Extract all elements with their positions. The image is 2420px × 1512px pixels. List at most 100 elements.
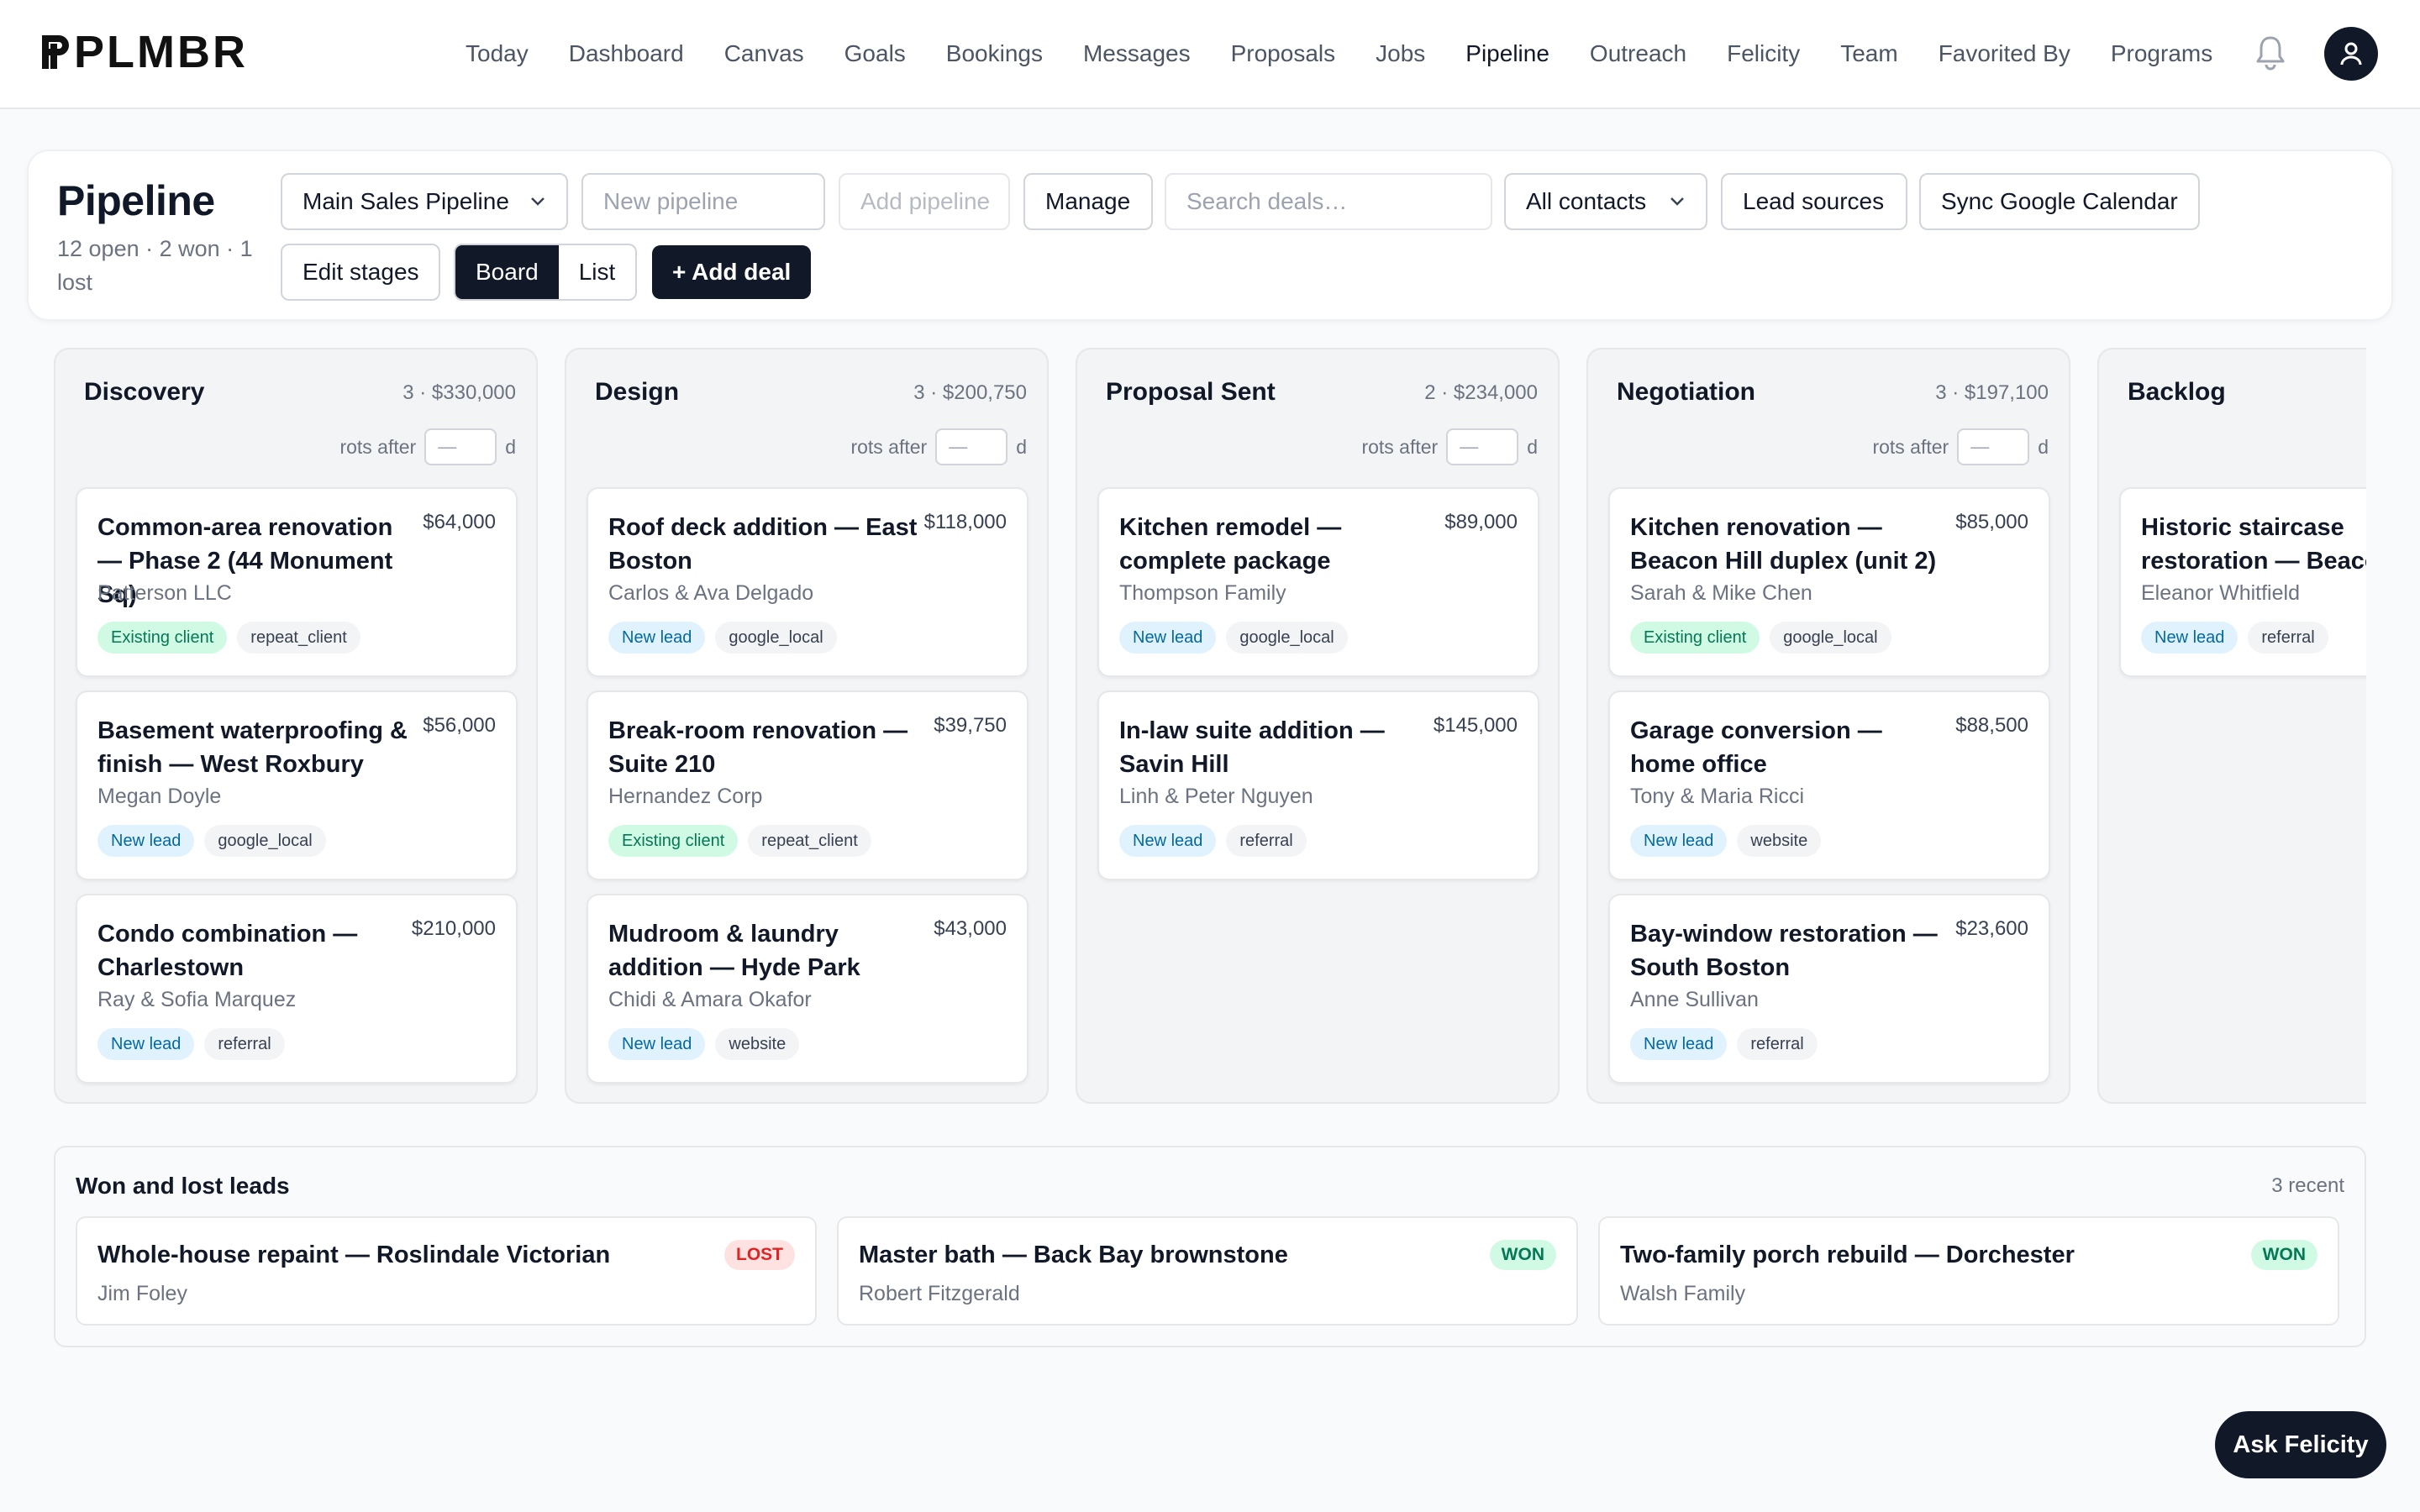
- deal-tags: Existing client repeat_client: [97, 622, 360, 654]
- rot-days-input[interactable]: —: [935, 428, 1008, 465]
- new-pipeline-input[interactable]: New pipeline: [581, 173, 825, 230]
- board-view-button[interactable]: Board: [455, 245, 559, 299]
- ask-felicity-button[interactable]: Ask Felicity: [2215, 1411, 2386, 1478]
- nav-jobs[interactable]: Jobs: [1355, 40, 1445, 67]
- add-deal-button[interactable]: + Add deal: [652, 245, 812, 299]
- deal-contact: Megan Doyle: [97, 785, 222, 808]
- sync-calendar-label: Sync Google Calendar: [1941, 188, 2178, 214]
- nav-favorited-by[interactable]: Favorited By: [1918, 40, 2091, 67]
- deal-card[interactable]: Historic staircase restoration — Beacon …: [2119, 487, 2366, 677]
- deal-tags: Existing client repeat_client: [608, 825, 871, 857]
- edit-stages-button[interactable]: Edit stages: [281, 244, 440, 301]
- contacts-select-value: All contacts: [1526, 188, 1647, 214]
- nav-pipeline[interactable]: Pipeline: [1445, 40, 1570, 67]
- rot-unit: d: [1016, 435, 1027, 458]
- closed-deal-contact: Robert Fitzgerald: [859, 1282, 1020, 1305]
- chevron-down-icon: [531, 197, 544, 206]
- deal-contact: Chidi & Amara Okafor: [608, 988, 812, 1011]
- sync-calendar-button[interactable]: Sync Google Calendar: [1919, 173, 2200, 230]
- rot-setting: rots after — d: [850, 428, 1027, 465]
- nav-messages[interactable]: Messages: [1063, 40, 1211, 67]
- nav-proposals[interactable]: Proposals: [1211, 40, 1356, 67]
- rot-days-input[interactable]: —: [1446, 428, 1519, 465]
- rot-unit: d: [505, 435, 516, 458]
- pipeline-select[interactable]: Main Sales Pipeline: [281, 173, 568, 230]
- bell-icon[interactable]: [2254, 34, 2287, 71]
- deal-amount: $118,000: [923, 511, 1007, 533]
- deal-card[interactable]: Kitchen renovation — Beacon Hill duplex …: [1608, 487, 2050, 677]
- deal-card[interactable]: Kitchen remodel — complete package $89,00…: [1097, 487, 1539, 677]
- lead-source-tag: referral: [1226, 825, 1307, 857]
- lead-status-tag: New lead: [1630, 825, 1728, 857]
- stage-column: Negotiation 3 · $197,100 rots after — d Kitch…: [1586, 348, 2070, 1104]
- deal-card[interactable]: Break-room renovation — Suite 210 $39,750…: [587, 690, 1028, 880]
- pipeline-header: Pipeline 12 open · 2 won · 1 lost Main S…: [27, 150, 2393, 321]
- deal-card[interactable]: Roof deck addition — East Boston $118,000…: [587, 487, 1028, 677]
- nav-bookings[interactable]: Bookings: [926, 40, 1063, 67]
- deal-amount: $145,000: [1433, 714, 1518, 737]
- stage-name: Proposal Sent: [1106, 378, 1276, 406]
- deal-title: Bay-window restoration — South Boston: [1630, 921, 1938, 981]
- logo-mark-icon: [42, 35, 69, 69]
- outcome-badge: WON: [2250, 1240, 2317, 1270]
- deal-tags: New lead google_local: [1119, 622, 1348, 654]
- lead-status-tag: New lead: [2141, 622, 2238, 654]
- stage-column: Design 3 · $200,750 rots after — d Roof deck …: [565, 348, 1049, 1104]
- contacts-select[interactable]: All contacts: [1504, 173, 1707, 230]
- won-lost-title: Won and lost leads: [76, 1173, 290, 1199]
- nav-today[interactable]: Today: [445, 40, 549, 67]
- deal-amount: $56,000: [423, 714, 496, 737]
- deal-contact: Carlos & Ava Delgado: [608, 581, 814, 605]
- lead-source-tag: google_local: [1226, 622, 1348, 654]
- deal-title: Garage conversion — home office: [1630, 717, 1882, 778]
- rot-days-input[interactable]: —: [424, 428, 497, 465]
- rot-unit: d: [1527, 435, 1538, 458]
- deal-tags: New lead referral: [1630, 1028, 1818, 1060]
- manage-label: Manage: [1045, 188, 1131, 214]
- rot-label: rots after: [1872, 435, 1949, 458]
- nav-canvas[interactable]: Canvas: [704, 40, 824, 67]
- deal-card[interactable]: In-law suite addition — Savin Hill $145,0…: [1097, 690, 1539, 880]
- deal-amount: $64,000: [423, 511, 496, 533]
- deal-card[interactable]: Bay-window restoration — South Boston $23…: [1608, 894, 2050, 1084]
- deal-card[interactable]: Common-area renovation — Phase 2 (44 Mon…: [76, 487, 518, 677]
- nav-felicity[interactable]: Felicity: [1707, 40, 1820, 67]
- nav-team[interactable]: Team: [1820, 40, 1918, 67]
- stage-column: Backlog Historic staircase restoration — …: [2097, 348, 2366, 1104]
- avatar[interactable]: [2324, 27, 2378, 81]
- lead-sources-button[interactable]: Lead sources: [1721, 173, 1907, 230]
- list-view-button[interactable]: List: [559, 245, 636, 299]
- deal-card[interactable]: Condo combination — Charlestown $210,000 R…: [76, 894, 518, 1084]
- outcome-badge: LOST: [724, 1240, 795, 1270]
- deal-card[interactable]: Basement waterproofing & finish — West R…: [76, 690, 518, 880]
- deal-title: Historic staircase restoration — Beacon …: [2141, 514, 2366, 575]
- deal-card[interactable]: Mudroom & laundry addition — Hyde Park $4…: [587, 894, 1028, 1084]
- nav-programs[interactable]: Programs: [2091, 40, 2233, 67]
- won-lost-count: 3 recent: [2271, 1174, 2344, 1197]
- lead-status-tag: New lead: [1119, 622, 1217, 654]
- closed-deal-card[interactable]: Two-family porch rebuild — Dorchester Wal…: [1598, 1216, 2339, 1326]
- closed-deal-card[interactable]: Whole-house repaint — Roslindale Victori…: [76, 1216, 817, 1326]
- deal-tags: New lead referral: [1119, 825, 1307, 857]
- closed-deal-card[interactable]: Master bath — Back Bay brownstone Robert …: [837, 1216, 1578, 1326]
- nav-outreach[interactable]: Outreach: [1570, 40, 1707, 67]
- stage-summary: 2 · $234,000: [1424, 381, 1538, 404]
- top-nav: PLMBR Today Dashboard Canvas Goals Bookings M…: [0, 0, 2420, 109]
- rot-days-input[interactable]: —: [1957, 428, 2030, 465]
- lead-status-tag: New lead: [608, 1028, 706, 1060]
- deal-contact: Thompson Family: [1119, 581, 1286, 605]
- deal-tags: New lead referral: [2141, 622, 2328, 654]
- nav-goals[interactable]: Goals: [824, 40, 926, 67]
- nav-dashboard[interactable]: Dashboard: [549, 40, 704, 67]
- manage-button[interactable]: Manage: [1023, 173, 1153, 230]
- won-lost-section: Won and lost leads 3 recent Whole-house …: [54, 1146, 2366, 1347]
- search-placeholder: Search deals…: [1186, 188, 1348, 214]
- search-deals-input[interactable]: Search deals…: [1165, 173, 1492, 230]
- deal-tags: New lead referral: [97, 1028, 285, 1060]
- add-pipeline-button[interactable]: Add pipeline: [839, 173, 1010, 230]
- lead-source-tag: repeat_client: [748, 825, 871, 857]
- deal-card[interactable]: Garage conversion — home office $88,500 To…: [1608, 690, 2050, 880]
- lead-source-tag: website: [715, 1028, 800, 1060]
- logo[interactable]: PLMBR: [39, 29, 248, 75]
- closed-deal-title: Master bath — Back Bay brownstone: [859, 1242, 1288, 1268]
